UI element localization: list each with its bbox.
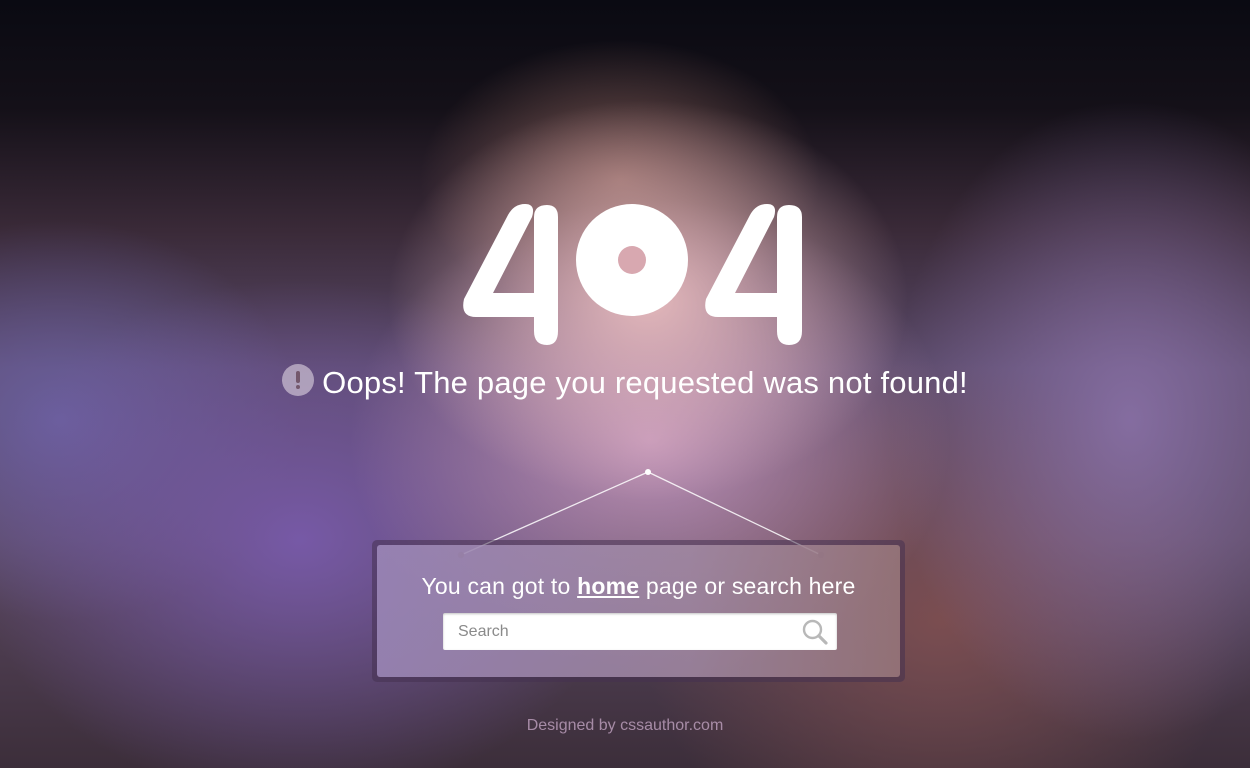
sign-text-prefix: You can got to (421, 573, 578, 599)
error-code-404: 404 (463, 204, 802, 345)
digit-four-right (705, 204, 802, 345)
error-message: Oops! The page you requested was not fou… (0, 364, 1250, 401)
home-link[interactable]: home (577, 573, 639, 599)
digit-zero (576, 204, 688, 316)
sign-text-suffix: page or search here (639, 573, 856, 599)
search-icon[interactable] (801, 618, 829, 646)
error-message-text: Oops! The page you requested was not fou… (322, 365, 968, 400)
search-input[interactable] (443, 613, 783, 650)
search-sign-panel: You can got to home page or search here (377, 545, 900, 677)
sign-text: You can got to home page or search here (377, 573, 900, 600)
digit-four-left (463, 204, 558, 345)
search-box (443, 613, 837, 650)
search-sign: You can got to home page or search here (372, 540, 905, 682)
footer-credit: Designed by cssauthor.com (526, 717, 724, 734)
exclamation-icon (282, 364, 315, 396)
hanger-nail (645, 469, 651, 475)
